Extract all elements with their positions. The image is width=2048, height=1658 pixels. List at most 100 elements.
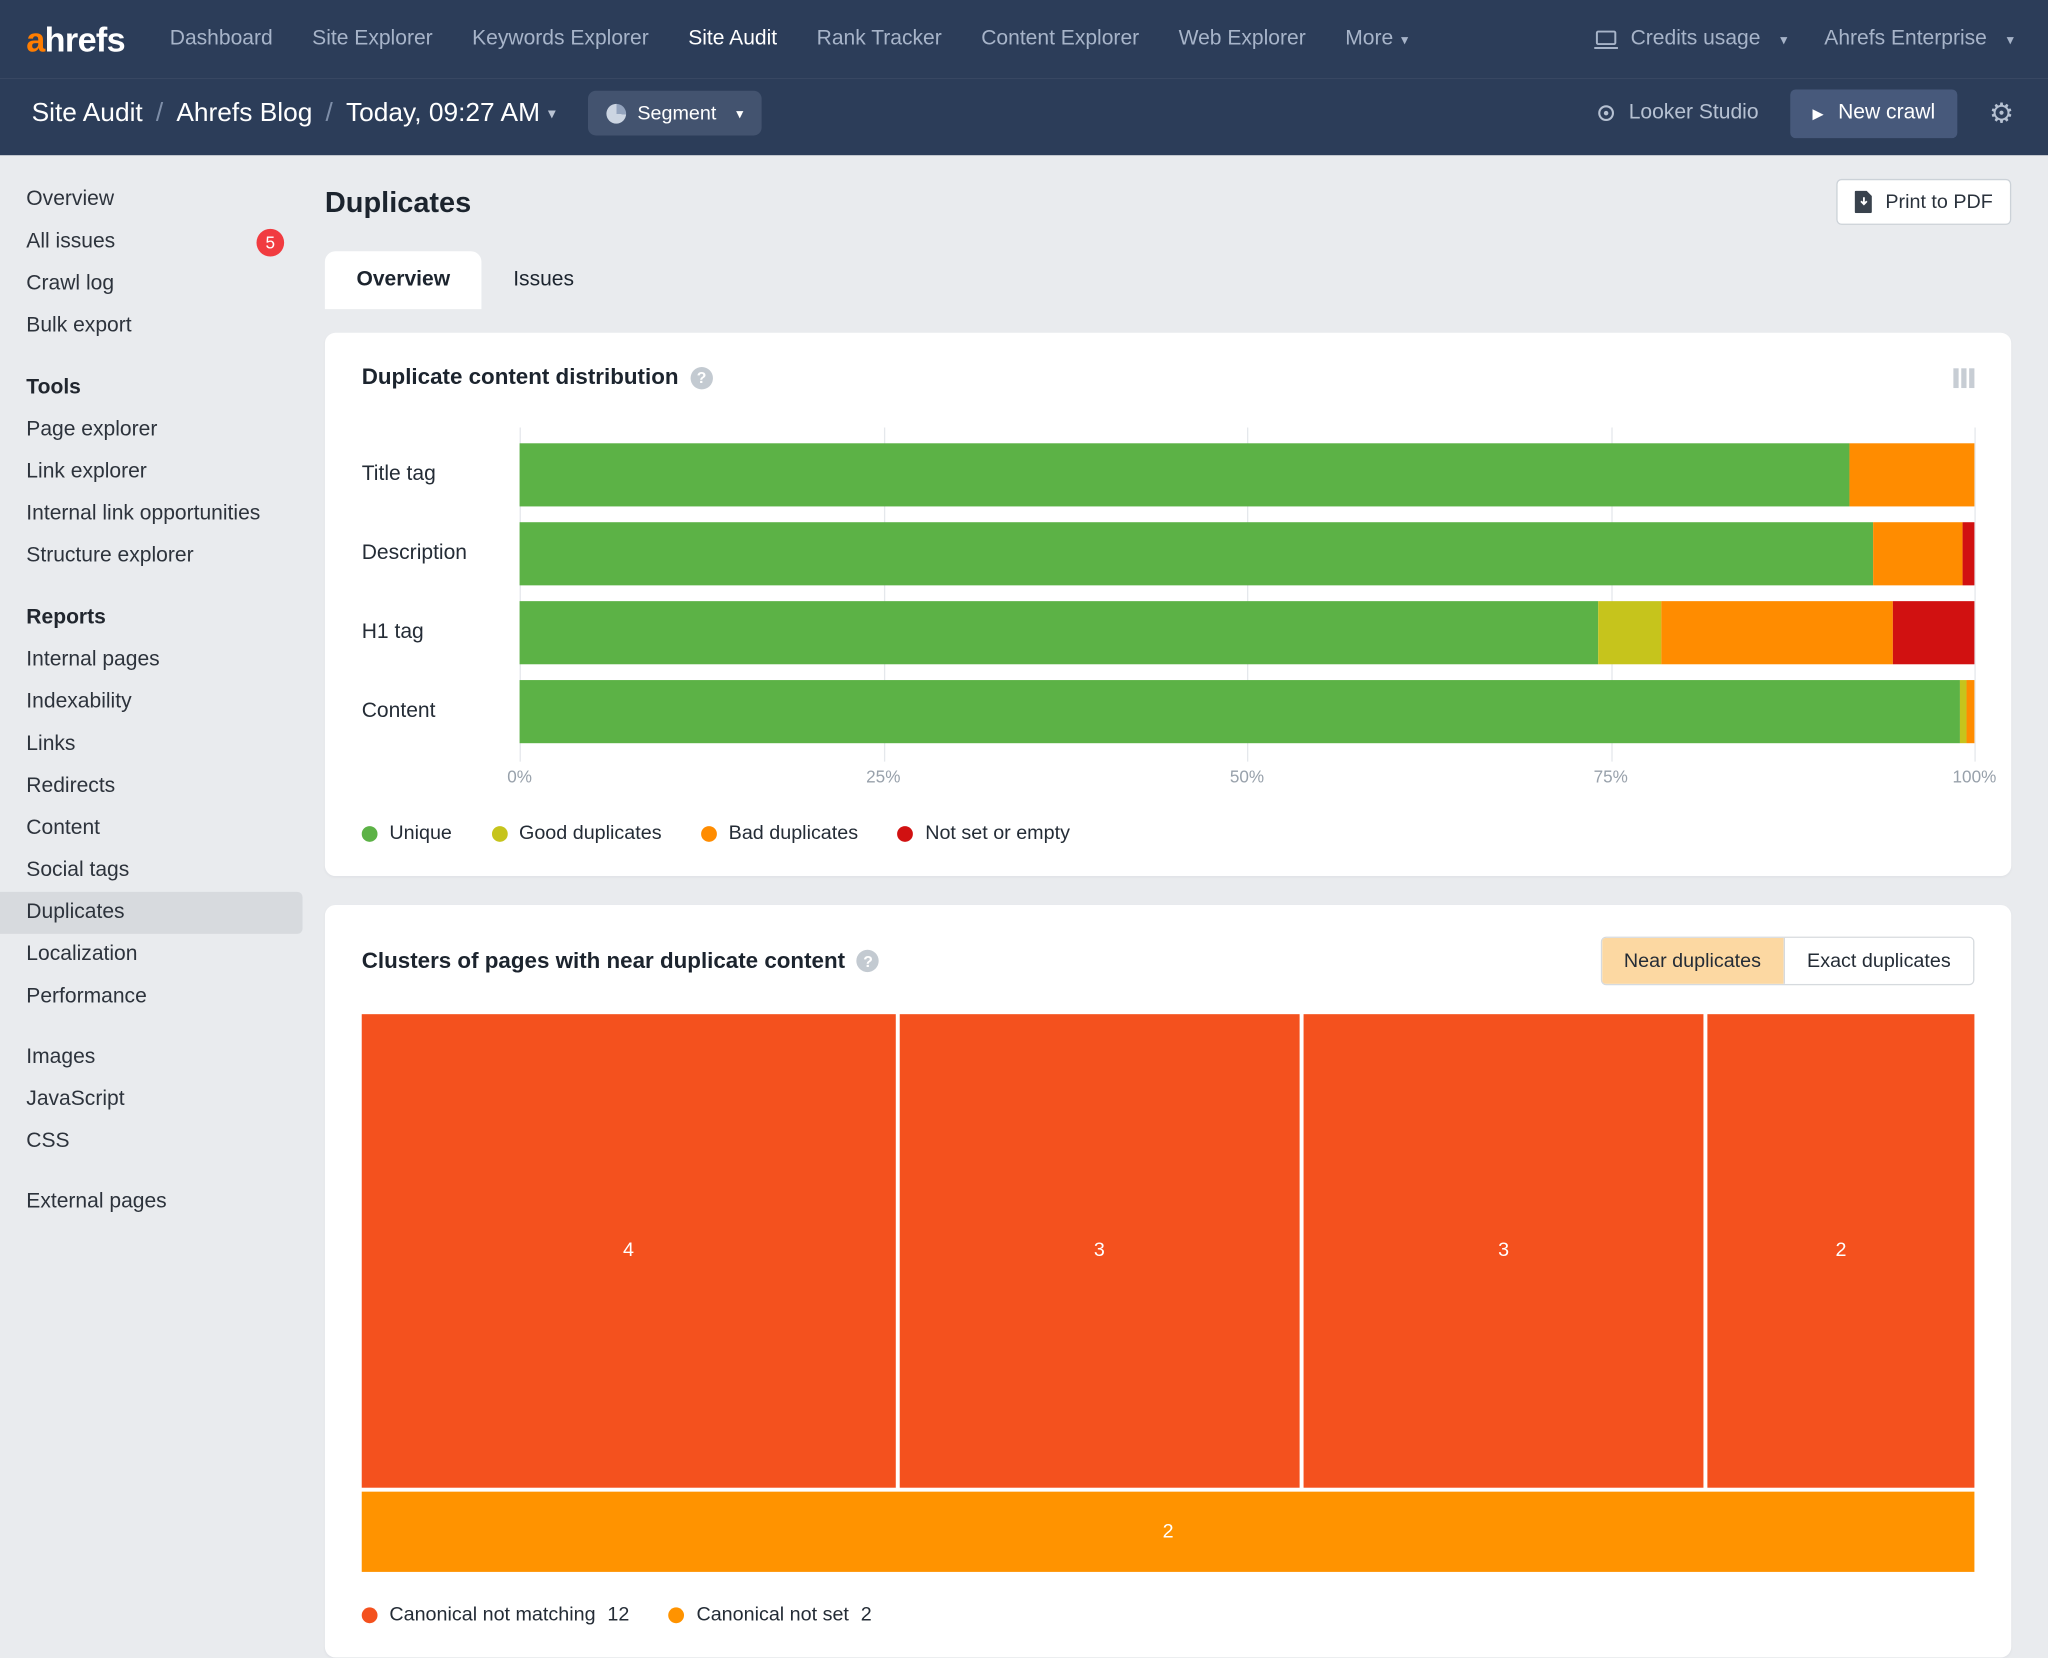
nav-keywords-explorer[interactable]: Keywords Explorer [472, 28, 649, 52]
sidebar-item-internal-link-opportunities[interactable]: Internal link opportunities [0, 493, 303, 535]
sidebar-group-tools: Tools [26, 376, 81, 399]
sidebar-item-all-issues[interactable]: All issues 5 [0, 221, 303, 263]
looker-studio-link[interactable]: Looker Studio [1596, 101, 1759, 125]
sidebar-item-javascript[interactable]: JavaScript [0, 1079, 303, 1121]
nav-web-explorer[interactable]: Web Explorer [1179, 28, 1306, 52]
legend-label: Canonical not matching [389, 1603, 596, 1626]
breadcrumb-project[interactable]: Ahrefs Blog [176, 98, 312, 128]
sidebar-item-links[interactable]: Links [0, 723, 303, 765]
legend-label: Good duplicates [518, 822, 662, 845]
ahrefs-logo[interactable]: ahrefs [26, 19, 125, 60]
near-duplicates-toggle[interactable]: Near duplicates [1601, 937, 1784, 984]
bar-segment-good-duplicates[interactable] [1597, 601, 1662, 665]
print-to-pdf-button[interactable]: Print to PDF [1836, 178, 2012, 225]
treemap-block[interactable]: 2 [361, 1491, 1975, 1572]
sidebar-item-duplicates[interactable]: Duplicates [0, 891, 303, 934]
pie-chart-icon [605, 103, 626, 123]
bar-segment-not-set-or-empty[interactable] [1962, 522, 1975, 586]
nav-site-audit[interactable]: Site Audit [688, 28, 777, 52]
clusters-card: Clusters of pages with near duplicate co… [324, 904, 2012, 1658]
treemap-block[interactable]: 2 [1707, 1014, 1975, 1488]
page-header: Duplicates Print to PDF [324, 178, 2012, 225]
new-crawl-button[interactable]: ▶ New crawl [1790, 88, 1958, 138]
credits-usage-label: Credits usage [1630, 27, 1761, 50]
content-area: Overview All issues 5 Crawl log Bulk exp… [0, 155, 2048, 1658]
treemap-block[interactable]: 3 [1303, 1014, 1704, 1488]
bar-category-label: Title tag [361, 463, 436, 486]
bar-segment-good-duplicates[interactable] [1959, 680, 1968, 744]
nav-rank-tracker[interactable]: Rank Tracker [817, 28, 942, 52]
sidebar-item-redirects[interactable]: Redirects [0, 766, 303, 808]
sidebar-item-overview[interactable]: Overview [0, 179, 303, 221]
exact-duplicates-toggle[interactable]: Exact duplicates [1783, 937, 1974, 984]
sidebar-item-internal-pages[interactable]: Internal pages [0, 639, 303, 681]
print-to-pdf-label: Print to PDF [1885, 190, 1993, 214]
bar-segment-bad-duplicates[interactable] [1661, 601, 1893, 665]
sidebar-item-structure-explorer[interactable]: Structure explorer [0, 535, 303, 577]
duplicate-distribution-card: Duplicate content distribution ? Title t… [324, 332, 2012, 877]
page-title: Duplicates [324, 184, 472, 218]
sidebar-item-images[interactable]: Images [0, 1037, 303, 1079]
play-icon: ▶ [1812, 105, 1824, 122]
column-chart-icon[interactable] [1953, 367, 1975, 388]
laptop-icon [1593, 29, 1618, 49]
bar-category-labels: Title tag Description H1 tag Content [362, 428, 520, 762]
treemap-block[interactable]: 4 [361, 1014, 896, 1488]
sidebar-item-social-tags[interactable]: Social tags [0, 850, 303, 892]
chevron-down-icon: ▾ [736, 105, 744, 122]
sidebar-item-crawl-log[interactable]: Crawl log [0, 263, 303, 305]
tab-issues[interactable]: Issues [482, 251, 606, 309]
sidebar-item-page-explorer[interactable]: Page explorer [0, 409, 303, 451]
crawl-date-dropdown[interactable]: Today, 09:27 AM ▾ [346, 98, 556, 128]
bar-row [519, 680, 1975, 744]
help-icon[interactable]: ? [856, 949, 880, 973]
credits-usage-menu[interactable]: Credits usage ▾ [1592, 28, 1787, 52]
gridline [1974, 427, 1976, 762]
bar-segment-bad-duplicates[interactable] [1872, 522, 1963, 586]
sidebar-item-localization[interactable]: Localization [0, 934, 303, 976]
card-header: Clusters of pages with near duplicate co… [362, 936, 1975, 986]
tab-bar: Overview Issues [324, 251, 2011, 310]
legend-dot [361, 1606, 378, 1623]
primary-nav: Dashboard Site Explorer Keywords Explore… [170, 28, 1409, 52]
sidebar-item-css[interactable]: CSS [0, 1121, 303, 1163]
help-icon[interactable]: ? [690, 366, 713, 389]
main-panel: Duplicates Print to PDF Overview Issues … [303, 155, 2048, 1658]
tab-overview[interactable]: Overview [324, 251, 482, 310]
legend-dot [897, 825, 914, 842]
legend-item-bad-duplicates: Bad duplicates [701, 822, 858, 844]
bar-segment-not-set-or-empty[interactable] [1892, 601, 1975, 665]
legend-dot [701, 825, 717, 842]
sidebar-item-external-pages[interactable]: External pages [0, 1181, 303, 1223]
looker-studio-label: Looker Studio [1628, 101, 1759, 124]
treemap-row: 4332 [361, 1014, 1975, 1488]
breadcrumb-site-audit[interactable]: Site Audit [32, 98, 143, 128]
segment-dropdown[interactable]: Segment ▾ [587, 90, 762, 136]
nav-site-explorer[interactable]: Site Explorer [312, 28, 432, 52]
bar-segment-bad-duplicates[interactable] [1849, 443, 1975, 507]
nav-content-explorer[interactable]: Content Explorer [981, 28, 1139, 52]
nav-more[interactable]: More ▾ [1345, 28, 1408, 52]
sidebar-item-indexability[interactable]: Indexability [0, 681, 303, 723]
legend-label: Not set or empty [925, 822, 1070, 845]
bar-segment-unique[interactable] [519, 680, 1960, 744]
chevron-down-icon: ▾ [2006, 32, 2014, 49]
sidebar-item-link-explorer[interactable]: Link explorer [0, 451, 303, 493]
bar-segment-unique[interactable] [519, 601, 1598, 665]
sidebar-item-bulk-export[interactable]: Bulk export [0, 305, 303, 347]
axis-tick-label: 100% [1952, 766, 1997, 787]
sidebar-item-performance[interactable]: Performance [0, 976, 303, 1018]
bar-segment-bad-duplicates[interactable] [1967, 680, 1975, 744]
issues-count-badge: 5 [256, 228, 285, 256]
sidebar: Overview All issues 5 Crawl log Bulk exp… [0, 155, 303, 1658]
nav-dashboard[interactable]: Dashboard [170, 28, 273, 52]
treemap-block[interactable]: 3 [899, 1014, 1300, 1488]
settings-gear-icon[interactable]: ⚙ [1989, 97, 2014, 130]
account-menu[interactable]: Ahrefs Enterprise ▾ [1824, 28, 2014, 52]
bar-rows [519, 443, 1975, 744]
bar-segment-unique[interactable] [519, 522, 1873, 586]
legend-item-canonical-not-set: Canonical not set 2 [668, 1603, 872, 1626]
bar-segment-unique[interactable] [519, 443, 1850, 507]
legend-label: Canonical not set [696, 1603, 849, 1626]
sidebar-item-content[interactable]: Content [0, 808, 303, 850]
